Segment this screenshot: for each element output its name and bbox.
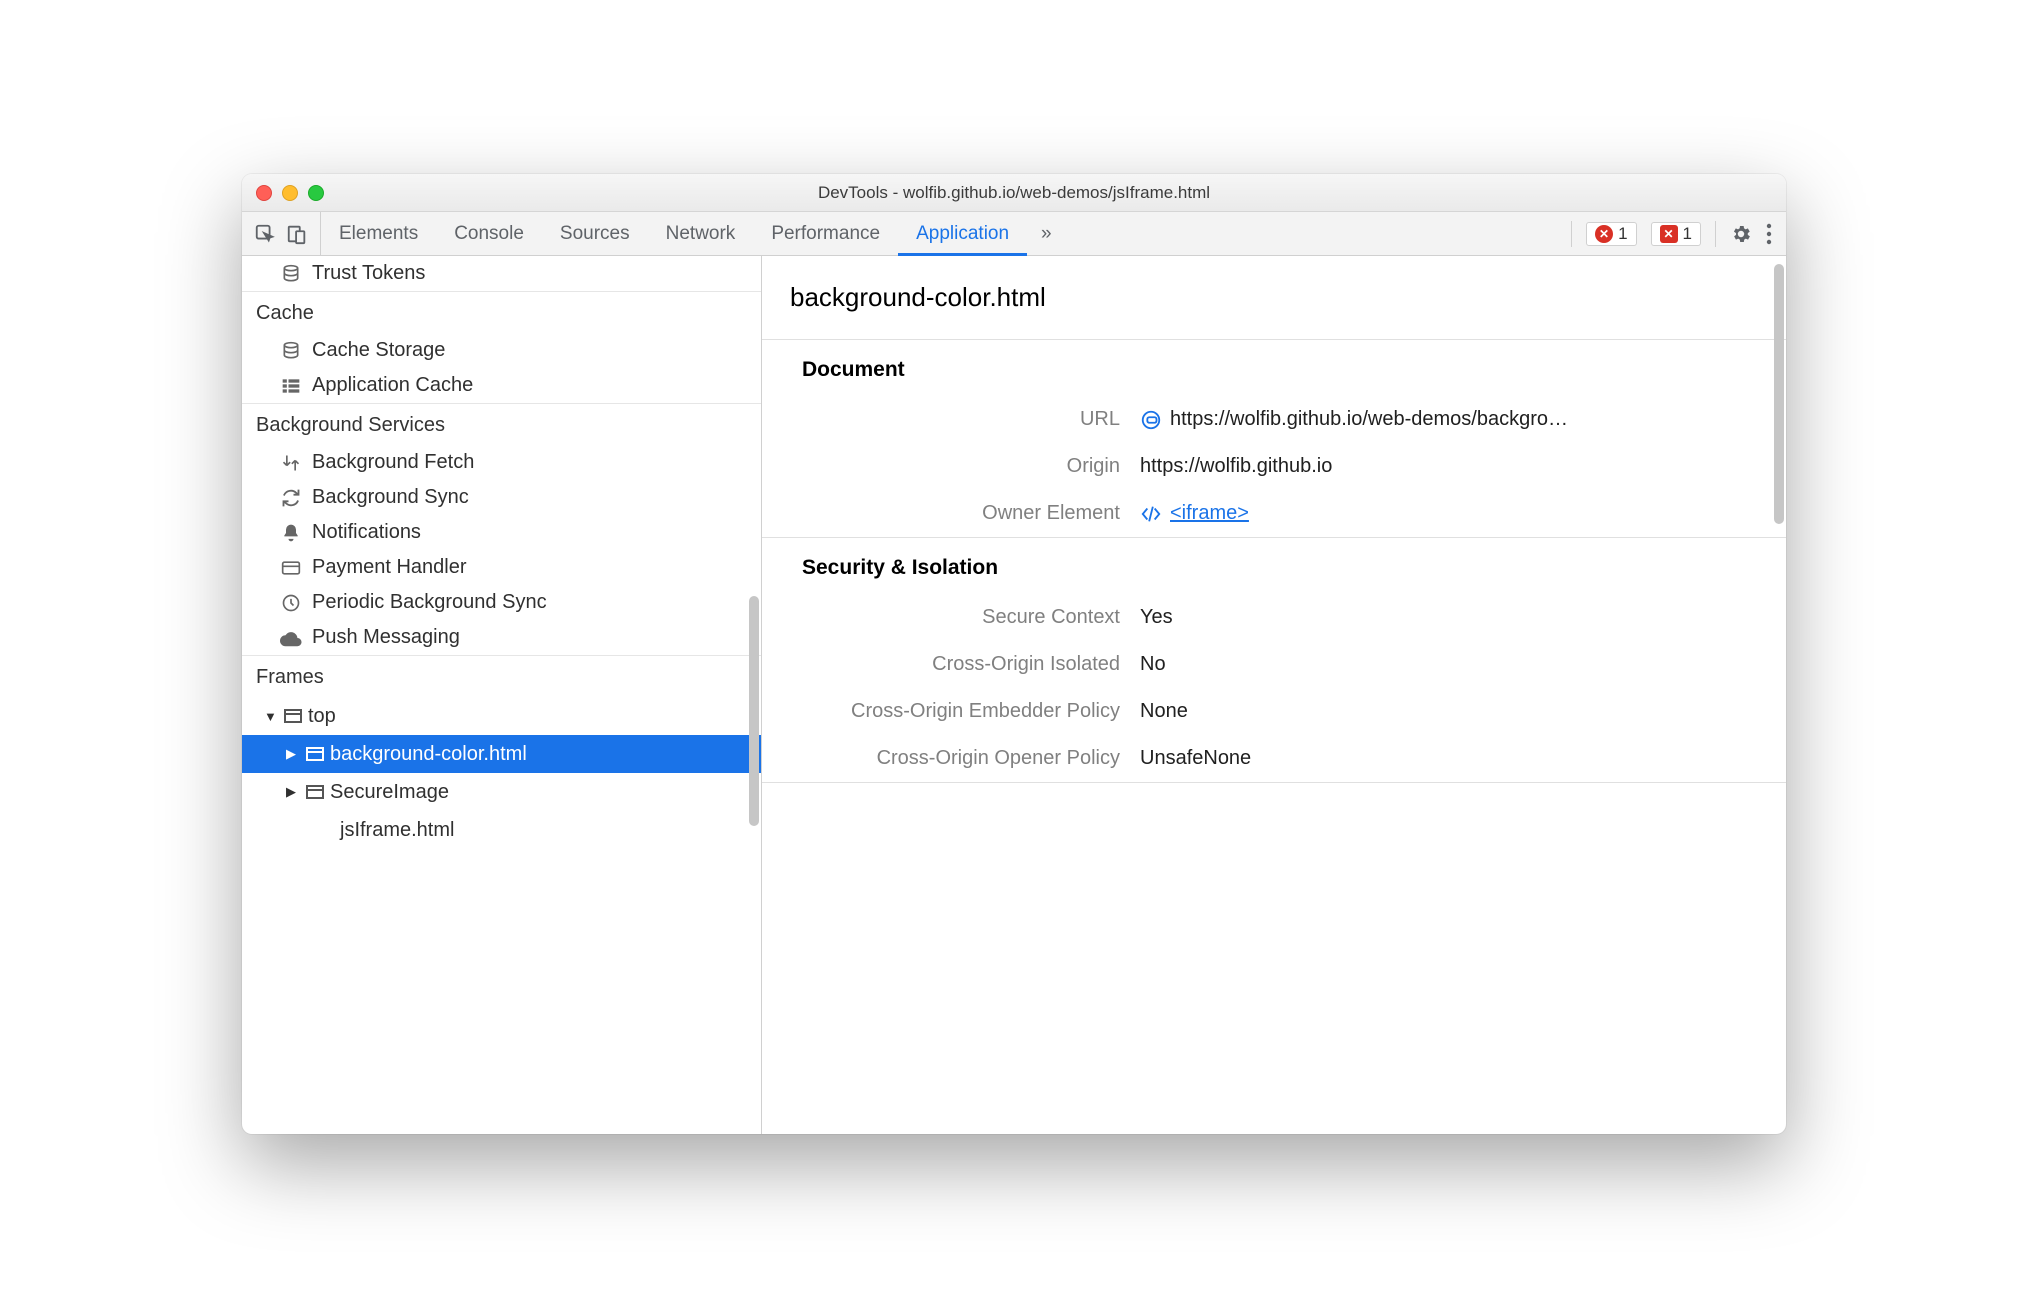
sidebar-group-bg-services: Background Services [242, 403, 761, 445]
grid-icon [280, 377, 302, 395]
sidebar-item-cache-storage[interactable]: Cache Storage [242, 333, 761, 368]
maximize-window-button[interactable] [308, 185, 324, 201]
row-url: URL https://wolfib.github.io/web-demos/b… [762, 396, 1786, 443]
disclosure-triangle-icon[interactable]: ▼ [264, 709, 278, 724]
more-options-icon[interactable] [1766, 223, 1772, 245]
reveal-source-icon[interactable] [1140, 409, 1162, 431]
database-icon [280, 341, 302, 361]
titlebar: DevTools - wolfib.github.io/web-demos/js… [242, 174, 1786, 212]
row-coop: Cross-Origin Opener Policy UnsafeNone [762, 735, 1786, 782]
frame-jsiframe[interactable]: ▶ jsIframe.html [242, 811, 761, 849]
row-coep: Cross-Origin Embedder Policy None [762, 688, 1786, 735]
row-cross-origin-isolated: Cross-Origin Isolated No [762, 641, 1786, 688]
frame-top[interactable]: ▼ top [242, 697, 761, 735]
tab-elements[interactable]: Elements [321, 212, 436, 255]
error-badge-1[interactable]: ✕ 1 [1586, 222, 1636, 246]
separator [1571, 221, 1572, 247]
sync-icon [280, 488, 302, 508]
frame-icon [306, 785, 324, 799]
bell-icon [280, 523, 302, 543]
credit-card-icon [280, 558, 302, 578]
section-document: Document [762, 340, 1786, 396]
main-scrollbar[interactable] [1774, 264, 1784, 524]
error-square-icon: ✕ [1660, 225, 1678, 243]
row-origin: Origin https://wolfib.github.io [762, 443, 1786, 490]
database-icon [280, 264, 302, 284]
frame-secure-image[interactable]: ▶ SecureImage [242, 773, 761, 811]
error-badge-2[interactable]: ✕ 1 [1651, 222, 1701, 246]
devtools-window: DevTools - wolfib.github.io/web-demos/js… [242, 174, 1786, 1134]
inspect-element-icon[interactable] [254, 223, 276, 245]
sidebar-item-bg-fetch[interactable]: Background Fetch [242, 445, 761, 480]
sidebar-item-notifications[interactable]: Notifications [242, 515, 761, 550]
disclosure-triangle-icon[interactable]: ▶ [286, 746, 300, 762]
frame-icon [284, 709, 302, 723]
frame-icon [306, 747, 324, 761]
sidebar-item-payment-handler[interactable]: Payment Handler [242, 550, 761, 585]
window-title: DevTools - wolfib.github.io/web-demos/js… [242, 183, 1786, 203]
application-sidebar: Trust Tokens Cache Cache Storage Applica… [242, 256, 762, 1134]
close-window-button[interactable] [256, 185, 272, 201]
origin-value: https://wolfib.github.io [1140, 455, 1332, 478]
cloud-icon [280, 629, 302, 647]
tab-performance[interactable]: Performance [753, 212, 898, 255]
frame-details-panel: background-color.html Document URL https… [762, 256, 1786, 1134]
element-icon[interactable] [1140, 503, 1162, 525]
sidebar-scrollbar[interactable] [749, 596, 759, 826]
frame-background-color[interactable]: ▶ background-color.html [242, 735, 761, 773]
tabs-overflow-icon[interactable]: » [1027, 223, 1066, 245]
sidebar-item-periodic-sync[interactable]: Periodic Background Sync [242, 585, 761, 620]
row-owner-element: Owner Element <iframe> [762, 490, 1786, 537]
sidebar-item-application-cache[interactable]: Application Cache [242, 368, 761, 403]
separator [762, 782, 1786, 783]
main-toolbar: Elements Console Sources Network Perform… [242, 212, 1786, 256]
error-circle-icon: ✕ [1595, 225, 1613, 243]
panel-tabs: Elements Console Sources Network Perform… [321, 212, 1066, 255]
tab-application[interactable]: Application [898, 212, 1027, 255]
settings-icon[interactable] [1730, 223, 1752, 245]
frame-title: background-color.html [762, 256, 1786, 339]
sidebar-group-cache: Cache [242, 291, 761, 333]
section-security: Security & Isolation [762, 538, 1786, 594]
url-value: https://wolfib.github.io/web-demos/backg… [1170, 408, 1568, 431]
window-controls [256, 185, 324, 201]
transfer-icon [280, 453, 302, 473]
row-secure-context: Secure Context Yes [762, 594, 1786, 641]
minimize-window-button[interactable] [282, 185, 298, 201]
sidebar-group-frames: Frames [242, 655, 761, 697]
tab-console[interactable]: Console [436, 212, 542, 255]
sidebar-item-bg-sync[interactable]: Background Sync [242, 480, 761, 515]
owner-element-link[interactable]: <iframe> [1170, 502, 1249, 525]
disclosure-triangle-icon[interactable]: ▶ [286, 784, 300, 800]
sidebar-item-push-messaging[interactable]: Push Messaging [242, 620, 761, 655]
sidebar-item-trust-tokens[interactable]: Trust Tokens [242, 256, 761, 291]
clock-icon [280, 593, 302, 613]
device-toolbar-icon[interactable] [286, 223, 308, 245]
tab-sources[interactable]: Sources [542, 212, 648, 255]
tab-network[interactable]: Network [648, 212, 754, 255]
separator [1715, 221, 1716, 247]
